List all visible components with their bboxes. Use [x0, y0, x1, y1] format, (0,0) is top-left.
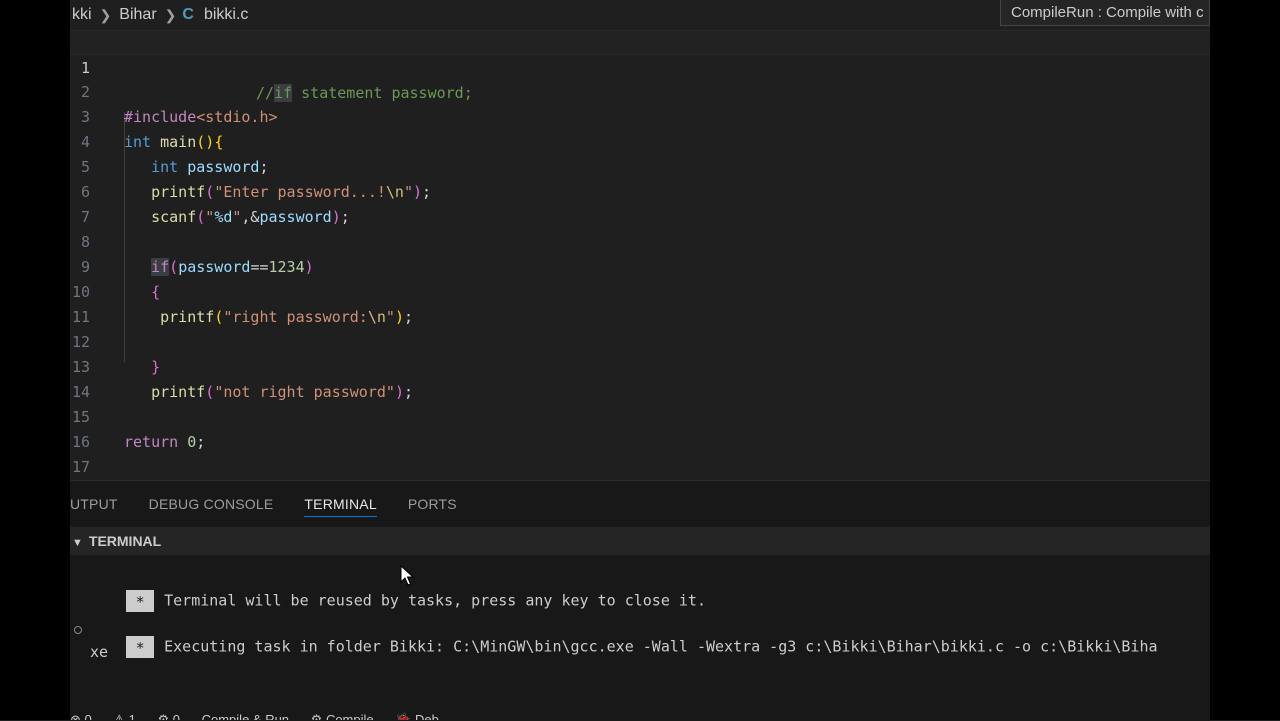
status-ports[interactable]: ⚙ 0	[157, 712, 180, 720]
terminal-text: Terminal will be reused by tasks, press …	[164, 591, 706, 610]
code-line[interactable]: 6 scanf("%d",&password);	[70, 155, 1210, 226]
code-line[interactable]: 2 #include<stdio.h>	[70, 55, 1210, 126]
terminal-output-line: * Executing task in folder Bikki: C:\MinG…	[90, 618, 1210, 676]
code-line[interactable]: 13 printf("not right password");	[70, 330, 1210, 401]
terminal-section-title: TERMINAL	[88, 533, 162, 549]
c-file-icon: C	[182, 6, 194, 23]
status-compile-run[interactable]: Compile & Run	[202, 712, 289, 720]
star-icon: *	[126, 636, 155, 658]
breadcrumb-item-file[interactable]: bikki.c	[202, 6, 250, 24]
code-line[interactable]: 5 printf("Enter password...!\n");	[70, 130, 1210, 201]
status-debug[interactable]: 🐞 Deb	[395, 712, 439, 720]
tab-terminal[interactable]: TERMINAL	[304, 481, 378, 527]
breadcrumb-item-folder[interactable]: Bihar	[117, 6, 158, 24]
code-line[interactable]: 14	[70, 355, 1210, 401]
status-warnings[interactable]: ⚠ 1	[113, 712, 136, 720]
terminal-output-line: xe	[90, 643, 109, 661]
chevron-right-icon: ❯	[99, 6, 112, 23]
code-line[interactable]: 8 if(password==1234)	[70, 205, 1210, 276]
code-line[interactable]: 12 }	[70, 305, 1210, 376]
terminal-section-header[interactable]: ▼ TERMINAL	[70, 527, 1210, 555]
terminal-text: Executing task in folder Bikki: C:\MinGW…	[164, 637, 1158, 656]
right-letterbox	[1210, 0, 1280, 720]
tab-output[interactable]: UTPUT	[70, 481, 118, 527]
tab-debug-console[interactable]: DEBUG CONSOLE	[149, 481, 274, 527]
status-errors[interactable]: ⊗ 0	[70, 712, 92, 720]
code-line[interactable]: 4 int password;	[70, 105, 1210, 176]
code-line[interactable]: 7	[70, 180, 1210, 226]
code-line[interactable]: 16	[70, 405, 1210, 451]
panel-tabs: UTPUT DEBUG CONSOLE TERMINAL PORTS	[70, 481, 1210, 527]
code-line[interactable]: 10 printf("right password:\n");	[70, 255, 1210, 326]
code-line[interactable]: 15 return 0;	[70, 380, 1210, 451]
code-editor[interactable]: 1 //if statement password; 2 #include<st…	[70, 30, 1210, 480]
chevron-right-icon: ❯	[164, 6, 177, 23]
code-line[interactable]: 17	[70, 430, 1210, 476]
code-line[interactable]: 3 int main(){	[70, 80, 1210, 151]
code-line[interactable]: 18 }	[70, 455, 1210, 480]
chevron-down-icon: ▼	[72, 537, 83, 549]
star-icon: *	[126, 590, 155, 612]
circle-icon	[74, 626, 82, 634]
status-compile[interactable]: ⚙ Compile	[311, 712, 374, 720]
code-line[interactable]: 11	[70, 280, 1210, 326]
code-line[interactable]: 1 //if statement password;	[70, 30, 1210, 102]
bottom-panel: UTPUT DEBUG CONSOLE TERMINAL PORTS ▼ TERM…	[70, 480, 1210, 721]
code-line[interactable]: 9 {	[70, 230, 1210, 301]
status-bar: ⊗ 0 ⚠ 1 ⚙ 0 Compile & Run ⚙ Compile 🐞 De…	[70, 709, 1210, 720]
breadcrumb-item-root[interactable]: kki	[70, 6, 94, 24]
command-tooltip: CompileRun : Compile with c	[1000, 0, 1210, 26]
mouse-pointer-icon	[400, 565, 414, 586]
left-letterbox	[0, 0, 70, 720]
tab-ports[interactable]: PORTS	[408, 481, 457, 527]
